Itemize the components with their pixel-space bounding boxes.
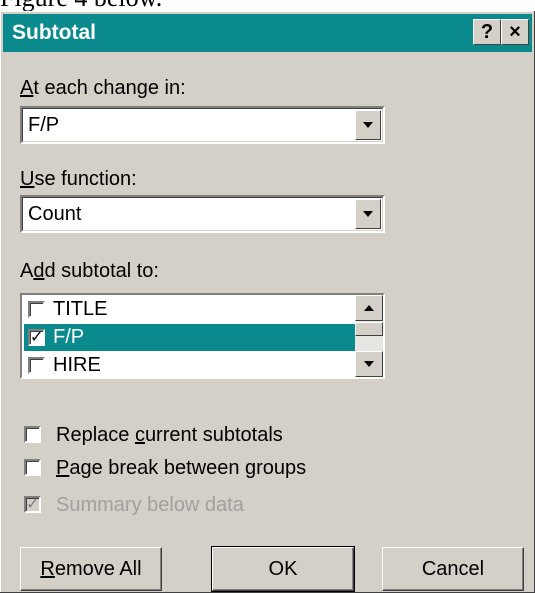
list-item-title[interactable]: TITLE [24,296,356,323]
fp-checkbox[interactable] [28,327,45,347]
remove-all-button[interactable]: Remove All [20,547,162,591]
add-subtotal-list[interactable]: TITLE F/P HIRE [20,293,385,379]
summary-below-data-checkbox [24,494,41,514]
at-each-change-label: At each change in: [20,77,186,99]
list-item-hire[interactable]: HIRE [24,352,356,377]
scroll-up-button[interactable] [355,295,383,321]
title-checkbox[interactable] [28,301,45,318]
page-break-checkbox[interactable] [24,459,41,476]
close-button[interactable]: × [501,19,529,45]
use-function-label: Use function: [20,168,137,190]
replace-current-subtotals-label: Replace current subtotals [56,424,283,446]
replace-current-subtotals-checkbox[interactable] [24,426,41,443]
list-item-fp[interactable]: F/P [24,324,356,351]
scroll-thumb[interactable] [355,322,383,336]
chevron-down-icon [364,361,374,367]
hire-checkbox[interactable] [28,357,45,374]
list-scrollbar[interactable] [355,295,383,377]
use-function-dropdown-button[interactable] [355,199,381,229]
at-each-change-value: F/P [28,114,60,136]
list-item-label: TITLE [53,298,108,320]
use-function-value: Count [28,203,82,225]
help-button[interactable]: ? [473,19,501,45]
chevron-down-icon [363,122,373,128]
list-item-label: HIRE [53,354,101,376]
title-bar[interactable]: Subtotal ? × [3,14,532,52]
cancel-button[interactable]: Cancel [382,547,524,591]
document-caption: Figure 4 below. [0,0,300,11]
chevron-up-icon [364,305,374,311]
list-item-label: F/P [53,326,85,348]
scroll-down-button[interactable] [355,351,383,377]
at-each-change-dropdown[interactable]: F/P [20,106,385,144]
use-function-dropdown[interactable]: Count [20,195,385,233]
subtotal-dialog: Subtotal ? × At each change in: F/P Use … [0,11,535,593]
at-each-change-dropdown-button[interactable] [355,110,381,140]
add-subtotal-label: Add subtotal to: [20,260,159,282]
page-break-label: Page break between groups [56,457,307,479]
ok-button[interactable]: OK [211,546,355,592]
summary-below-data-label: Summary below data [56,494,244,516]
dialog-title: Subtotal [12,21,96,44]
chevron-down-icon [363,211,373,217]
